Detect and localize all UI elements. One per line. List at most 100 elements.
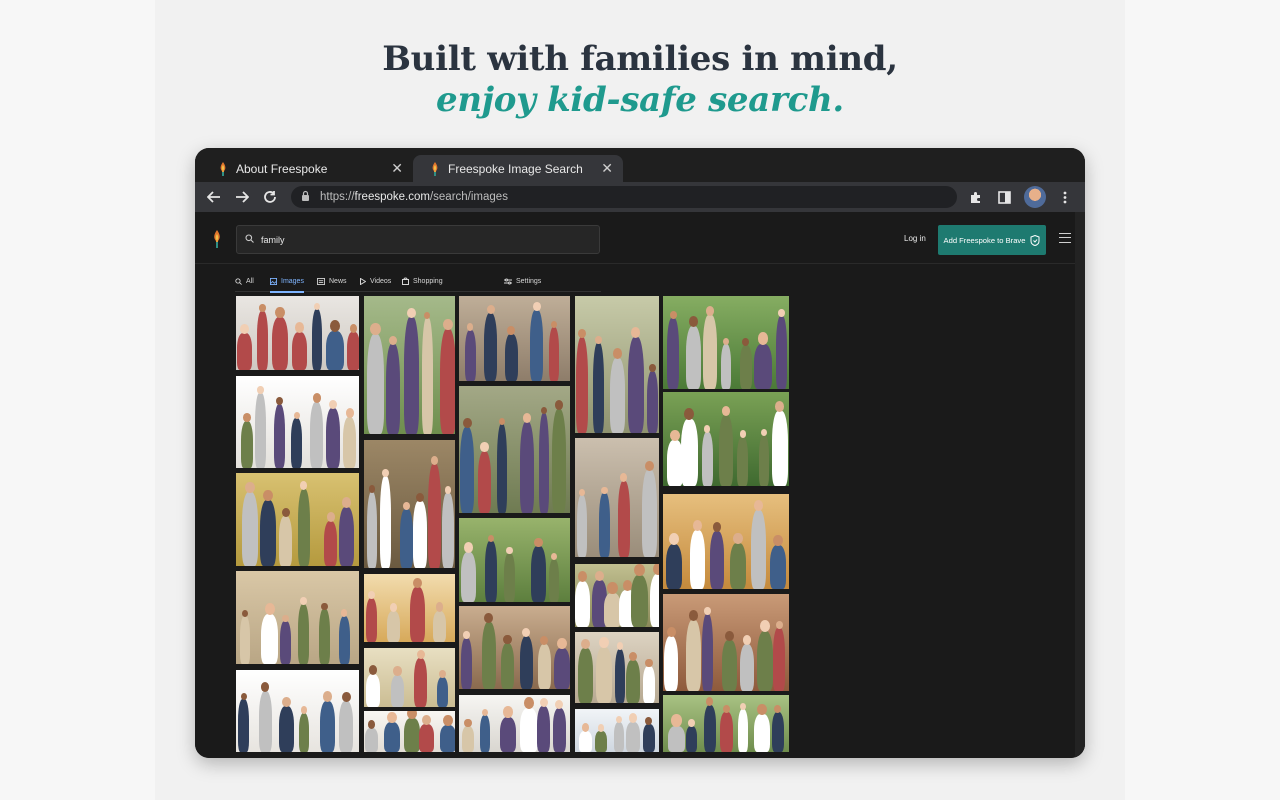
tab-close-icon[interactable]: ✕ <box>391 160 403 177</box>
photo-figure <box>238 699 250 752</box>
image-result-tile[interactable] <box>459 695 570 752</box>
image-result-tile[interactable] <box>236 376 359 468</box>
photo-figure <box>339 506 354 566</box>
image-result-tile[interactable] <box>364 296 455 434</box>
photo-figure-head <box>342 497 351 508</box>
image-result-tile[interactable] <box>575 438 659 557</box>
photo-figure <box>338 616 350 664</box>
extensions-icon[interactable] <box>965 186 987 208</box>
image-result-tile[interactable] <box>236 473 359 566</box>
image-result-tile[interactable] <box>575 709 659 752</box>
image-result-tile[interactable] <box>364 574 455 642</box>
photo-figure-head <box>775 621 783 630</box>
photo-figure-head <box>368 664 378 675</box>
image-result-tile[interactable] <box>459 606 570 689</box>
photo-figure-head <box>540 407 547 415</box>
photo-figure <box>504 334 518 381</box>
photo-figure <box>685 726 697 752</box>
photo-figure <box>737 436 749 486</box>
profile-avatar[interactable] <box>1024 186 1046 208</box>
image-result-tile[interactable] <box>364 648 455 707</box>
image-icon <box>270 277 277 285</box>
play-icon <box>360 277 366 285</box>
photo-figure <box>500 716 517 752</box>
photo-figure-head <box>259 304 266 312</box>
photo-figure-head <box>533 301 541 311</box>
photo-figure <box>310 401 324 468</box>
photo-figure-head <box>688 316 698 327</box>
hamburger-menu-icon[interactable] <box>1059 233 1071 243</box>
photo-figure-head <box>443 318 453 330</box>
photo-figure-head <box>503 706 514 718</box>
photo-figure-head <box>740 702 747 710</box>
search-filter-tabs: All Images News Videos Shopping Settings <box>235 270 601 293</box>
photo-figure-head <box>760 620 770 632</box>
photo-figure <box>548 559 560 602</box>
image-result-tile[interactable] <box>459 386 570 513</box>
filter-tab-settings[interactable]: Settings <box>504 270 541 292</box>
add-to-brave-button[interactable]: Add Freespoke to Brave <box>938 225 1046 255</box>
photo-figure <box>366 334 384 434</box>
page-scrollbar[interactable] <box>1075 212 1085 758</box>
image-result-tile[interactable] <box>236 571 359 664</box>
photo-figure <box>667 725 686 752</box>
image-result-tile[interactable] <box>663 392 789 486</box>
tab-about-freespoke[interactable]: About Freespoke ✕ <box>201 155 413 182</box>
freespoke-logo-icon[interactable] <box>213 230 221 248</box>
image-result-tile[interactable] <box>459 518 570 602</box>
photo-figure-head <box>435 602 444 612</box>
freespoke-flame-icon <box>220 161 226 176</box>
photo-figure-head <box>523 696 535 710</box>
filter-tab-news[interactable]: News <box>317 270 347 292</box>
image-result-tile[interactable] <box>575 296 659 433</box>
tab-close-icon[interactable]: ✕ <box>601 160 613 177</box>
image-result-tile[interactable] <box>364 440 455 568</box>
image-result-tile[interactable] <box>663 494 789 589</box>
photo-figure <box>297 603 309 664</box>
photo-figure-head <box>264 602 276 615</box>
forward-arrow-icon[interactable] <box>231 186 253 208</box>
background-left <box>0 0 155 800</box>
photo-figure-head <box>595 336 602 344</box>
freespoke-flame-icon <box>432 161 438 176</box>
photo-figure-head <box>274 306 285 319</box>
login-link[interactable]: Log in <box>904 234 926 243</box>
image-result-tile[interactable] <box>364 711 455 752</box>
address-bar[interactable]: https:// freespoke.com /search/images <box>291 186 957 208</box>
photo-figure-head <box>282 614 289 623</box>
photo-figure <box>500 643 515 689</box>
photo-figure <box>739 345 752 389</box>
image-result-tile[interactable] <box>575 564 659 627</box>
photo-figure <box>537 644 552 689</box>
image-result-tile[interactable] <box>236 296 359 370</box>
header-divider <box>195 263 1075 264</box>
photo-figure <box>240 616 251 664</box>
photo-figure <box>404 717 420 752</box>
lock-icon <box>301 190 310 204</box>
image-result-tile[interactable] <box>575 632 659 703</box>
search-input[interactable]: family <box>236 225 600 254</box>
photo-figure <box>280 621 291 664</box>
photo-figure <box>685 325 701 389</box>
filter-tab-videos[interactable]: Videos <box>360 270 391 292</box>
photo-figure-head <box>389 602 398 612</box>
back-arrow-icon[interactable] <box>203 186 225 208</box>
image-result-tile[interactable] <box>459 296 570 381</box>
photo-figure-head <box>578 488 585 496</box>
reload-icon[interactable] <box>259 186 281 208</box>
kebab-menu-icon[interactable] <box>1054 186 1076 208</box>
tab-freespoke-image-search[interactable]: Freespoke Image Search ✕ <box>413 155 623 182</box>
image-result-tile[interactable] <box>663 695 789 752</box>
filter-tab-images[interactable]: Images <box>270 270 304 293</box>
filter-tab-shopping[interactable]: Shopping <box>402 270 443 292</box>
image-result-tile[interactable] <box>663 296 789 389</box>
filter-tab-all[interactable]: All <box>235 270 254 292</box>
image-result-tile[interactable] <box>236 670 359 752</box>
photo-figure <box>593 342 604 433</box>
photo-figure <box>520 708 538 752</box>
sidepanel-icon[interactable] <box>993 186 1015 208</box>
image-result-tile[interactable] <box>663 594 789 691</box>
photo-figure <box>255 392 266 468</box>
photo-figure <box>291 418 303 468</box>
photo-figure-head <box>666 626 676 638</box>
